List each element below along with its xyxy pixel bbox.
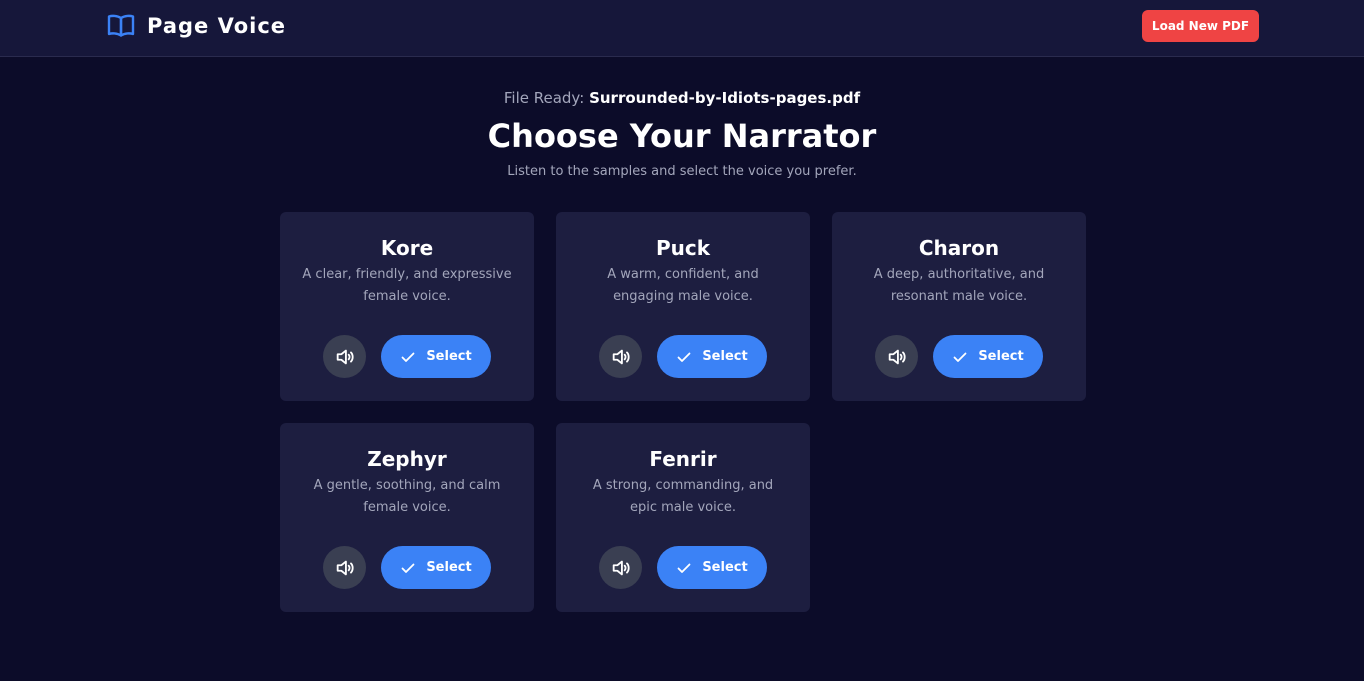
speaker-icon — [336, 560, 354, 575]
play-sample-button[interactable] — [323, 335, 366, 378]
voice-card-kore: Kore A clear, friendly, and expressive f… — [280, 212, 534, 401]
select-voice-button[interactable]: Select — [657, 335, 767, 378]
select-button-label: Select — [702, 560, 748, 575]
check-icon — [401, 352, 415, 362]
page-subtitle: Listen to the samples and select the voi… — [507, 164, 857, 179]
brand-name: Page Voice — [147, 14, 287, 38]
play-sample-button[interactable] — [875, 335, 918, 378]
brand[interactable]: Page Voice — [107, 12, 286, 40]
play-sample-button[interactable] — [599, 546, 642, 589]
file-name: Surrounded-by-Idiots-pages.pdf — [589, 89, 861, 107]
voice-card-charon: Charon A deep, authoritative, and resona… — [832, 212, 1086, 401]
select-voice-button[interactable]: Select — [381, 335, 491, 378]
voice-name: Fenrir — [649, 447, 717, 471]
speaker-icon — [336, 349, 354, 364]
speaker-icon — [612, 560, 630, 575]
voice-name: Charon — [918, 236, 1000, 260]
voice-name: Kore — [380, 236, 434, 260]
voice-description: A deep, authoritative, and resonant male… — [873, 267, 1045, 304]
check-icon — [401, 563, 415, 573]
select-voice-button[interactable]: Select — [933, 335, 1043, 378]
voice-description: A gentle, soothing, and calm female voic… — [313, 478, 501, 515]
select-button-label: Select — [426, 349, 472, 364]
check-icon — [677, 563, 691, 573]
voice-description: A clear, friendly, and expressive female… — [302, 267, 512, 304]
top-navigation-bar: Page Voice Load New PDF — [0, 0, 1364, 57]
file-ready-label: File Ready: — [503, 89, 585, 107]
play-sample-button[interactable] — [599, 335, 642, 378]
voice-card-puck: Puck A warm, confident, and engaging mal… — [556, 212, 810, 401]
speaker-icon — [612, 349, 630, 364]
file-ready-status: File Ready: Surrounded-by-Idiots-pages.p… — [0, 89, 1364, 107]
check-icon — [677, 352, 691, 362]
select-voice-button[interactable]: Select — [657, 546, 767, 589]
voice-name: Zephyr — [367, 447, 447, 471]
voice-description: A strong, commanding, and epic male voic… — [592, 478, 774, 515]
select-voice-button[interactable]: Select — [381, 546, 491, 589]
voice-card-zephyr: Zephyr A gentle, soothing, and calm fema… — [280, 423, 534, 612]
speaker-icon — [888, 349, 906, 364]
voice-description: A warm, confident, and engaging male voi… — [607, 267, 759, 304]
voice-card-fenrir: Fenrir A strong, commanding, and epic ma… — [556, 423, 810, 612]
open-book-icon — [107, 14, 135, 37]
play-sample-button[interactable] — [323, 546, 366, 589]
check-icon — [953, 352, 967, 362]
select-button-label: Select — [702, 349, 748, 364]
select-button-label: Select — [978, 349, 1024, 364]
page-title: Choose Your Narrator — [487, 117, 877, 155]
voice-card-grid: Kore A clear, friendly, and expressive f… — [280, 212, 1086, 612]
voice-name: Puck — [655, 236, 711, 260]
load-new-pdf-button[interactable]: Load New PDF — [1142, 10, 1259, 42]
select-button-label: Select — [426, 560, 472, 575]
